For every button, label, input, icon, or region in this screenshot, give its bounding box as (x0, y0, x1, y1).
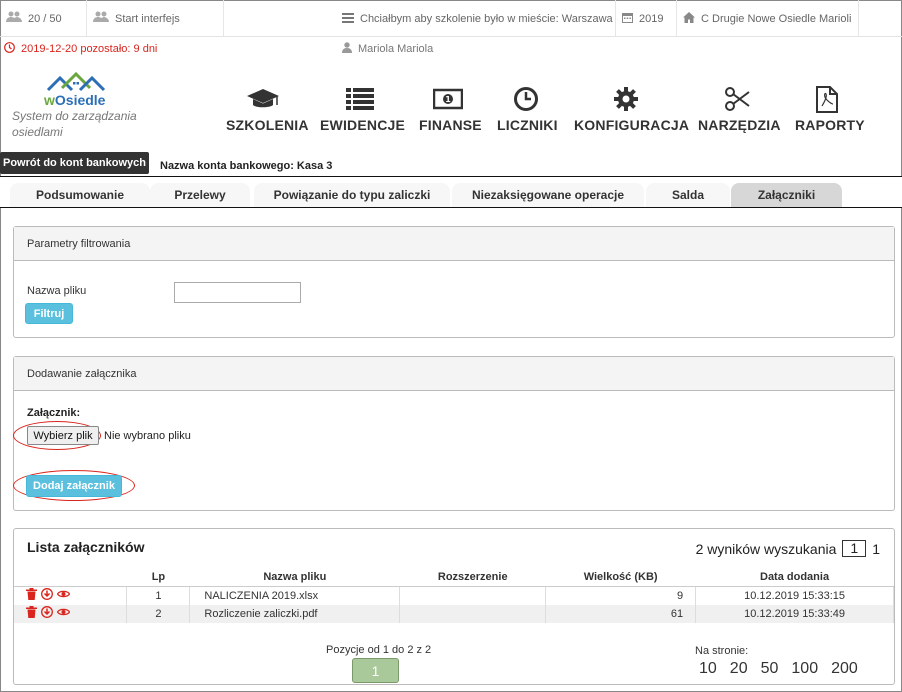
tab-salda[interactable]: Salda (646, 183, 730, 207)
user-info[interactable]: Mariola Mariola (342, 38, 433, 60)
upload-panel-title: Dodawanie załącznika (14, 357, 894, 391)
home-icon (683, 11, 695, 26)
scissors-icon (698, 85, 776, 113)
calendar-icon (622, 12, 633, 26)
per-page-option[interactable]: 200 (831, 660, 858, 678)
position-info: Pozycje od 1 do 2 z 2 (326, 644, 432, 656)
back-to-bank-accounts-button[interactable]: Powrót do kont bankowych (0, 152, 149, 174)
year-selector[interactable]: 2019 (616, 0, 677, 37)
bars-icon (342, 12, 354, 26)
current-page-input[interactable]: 1 (842, 540, 867, 557)
clock-icon (4, 42, 15, 56)
row-file-name: Rozliczenie zaliczki.pdf (189, 604, 401, 623)
add-attachment-button[interactable]: Dodaj załącznik (26, 475, 122, 497)
per-page-label: Na stronie: (695, 645, 749, 657)
menu-narzedzia[interactable]: NARZĘDZIA (698, 85, 780, 133)
attachment-label: Załącznik: (27, 407, 81, 419)
money-icon: 1 (419, 85, 477, 113)
table-row: 2 Rozliczenie zaliczki.pdf 61 10.12.2019… (14, 604, 894, 623)
download-icon[interactable] (41, 588, 53, 603)
users-icon (93, 11, 109, 26)
preview-eye-icon[interactable] (56, 607, 71, 620)
menu-finanse[interactable]: 1 FINANSE (419, 85, 482, 133)
row-lp: 1 (126, 586, 191, 605)
per-page-option[interactable]: 100 (791, 660, 818, 678)
column-extension[interactable]: Rozszerzenie (399, 569, 546, 587)
row-extension (399, 586, 547, 605)
graduation-cap-icon (226, 85, 300, 113)
per-page-option[interactable]: 10 (699, 660, 717, 678)
menu-konfiguracja[interactable]: KONFIGURACJA (574, 85, 689, 133)
preview-eye-icon[interactable] (56, 589, 71, 602)
community-selector[interactable]: C Drugie Nowe Osiedle Marioli (677, 0, 859, 37)
list-icon (320, 85, 400, 113)
row-date: 10.12.2019 15:33:15 (695, 586, 894, 605)
tab-powiazanie[interactable]: Powiązanie do typu zaliczki (254, 183, 450, 207)
choose-file-button[interactable]: Wybierz plik (27, 426, 99, 445)
results-summary: 2 wyników wyszukania 1 1 (695, 540, 880, 557)
gear-icon (574, 85, 678, 113)
table-row: 1 NALICZENIA 2019.xlsx 9 10.12.2019 15:3… (14, 586, 894, 605)
filter-panel: Parametry filtrowania (13, 226, 895, 338)
top-info-bar: 20 / 50 Start interfejs Chciałbym aby sz… (0, 0, 902, 37)
tab-niezaksiegowane[interactable]: Niezaksięgowane operacje (452, 183, 644, 207)
row-actions (14, 604, 128, 623)
row-date: 10.12.2019 15:33:49 (695, 604, 894, 623)
list-title: Lista załączników (27, 539, 145, 555)
row-file-name: NALICZENIA 2019.xlsx (189, 586, 401, 605)
column-size[interactable]: Wielkość (KB) (545, 569, 696, 587)
logo-tagline: System do zarządzania osiedlami (12, 109, 137, 139)
tab-zalaczniki[interactable]: Załączniki (731, 183, 842, 207)
message-link[interactable]: Chciałbym aby szkolenie było w mieście: … (336, 0, 616, 37)
users-count[interactable]: 20 / 50 (0, 0, 87, 37)
filter-button[interactable]: Filtruj (25, 303, 73, 324)
pdf-icon (795, 85, 859, 113)
clock-icon (497, 85, 555, 113)
logo-name: wOsiedle (44, 92, 106, 108)
no-file-text: Nie wybrano pliku (104, 430, 191, 442)
delete-icon[interactable] (26, 606, 37, 621)
tab-przelewy[interactable]: Przelewy (150, 183, 250, 207)
user-icon (342, 42, 352, 56)
filter-panel-title: Parametry filtrowania (14, 227, 894, 261)
column-date[interactable]: Data dodania (695, 569, 894, 587)
row-size: 9 (545, 586, 697, 605)
file-name-input[interactable] (174, 282, 301, 303)
column-lp[interactable]: Lp (126, 569, 190, 587)
row-actions (14, 586, 128, 605)
per-page-option[interactable]: 20 (730, 660, 748, 678)
menu-szkolenia[interactable]: SZKOLENIA (226, 85, 309, 133)
users-icon (6, 11, 22, 26)
row-extension (399, 604, 547, 623)
delete-icon[interactable] (26, 588, 37, 603)
column-file-name[interactable]: Nazwa pliku (189, 569, 400, 587)
deadline-info: 2019-12-20 pozostało: 9 dni (4, 38, 157, 60)
attachments-table: Lp Nazwa pliku Rozszerzenie Wielkość (KB… (14, 569, 894, 623)
pagination-page-button[interactable]: 1 (352, 658, 399, 683)
per-page-options: 10 20 50 100 200 (699, 660, 858, 678)
row-lp: 2 (126, 604, 191, 623)
per-page-option[interactable]: 50 (761, 660, 779, 678)
svg-text:1: 1 (445, 95, 451, 104)
tab-podsumowanie[interactable]: Podsumowanie (10, 183, 150, 207)
menu-ewidencje[interactable]: EWIDENCJE (320, 85, 405, 133)
account-name: Nazwa konta bankowego: Kasa 3 (160, 160, 333, 172)
start-interface-link[interactable]: Start interfejs (87, 0, 224, 37)
download-icon[interactable] (41, 606, 53, 621)
file-name-label: Nazwa pliku (27, 285, 87, 297)
menu-liczniki[interactable]: LICZNIKI (497, 85, 558, 133)
menu-raporty[interactable]: RAPORTY (795, 85, 865, 133)
column-actions (14, 569, 127, 587)
row-size: 61 (545, 604, 697, 623)
